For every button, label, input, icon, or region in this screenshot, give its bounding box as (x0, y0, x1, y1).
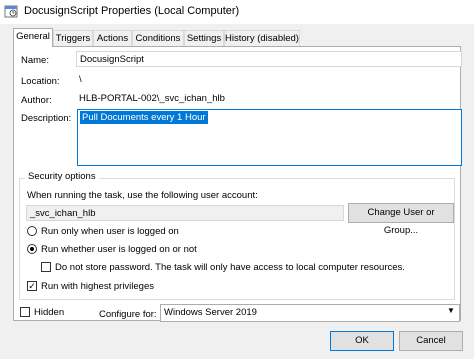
tab-settings[interactable]: Settings (184, 30, 224, 46)
configure-for-value: Windows Server 2019 (164, 307, 257, 318)
ok-button[interactable]: OK (330, 331, 394, 351)
security-options-title: Security options (25, 171, 99, 182)
hidden-label: Hidden (34, 307, 65, 318)
name-field[interactable]: DocusignScript (76, 51, 462, 67)
run-only-logged-on-radio[interactable] (27, 226, 37, 236)
tab-general[interactable]: General (13, 28, 53, 47)
author-value: HLB-PORTAL-002\_svc_ichan_hlb (79, 93, 225, 104)
description-label: Description: (21, 113, 72, 124)
tab-conditions[interactable]: Conditions (132, 30, 184, 46)
user-account-field: _svc_ichan_hlb (26, 205, 344, 221)
location-label: Location: (21, 76, 60, 87)
hidden-checkbox[interactable] (20, 307, 30, 317)
radio-selected-dot (30, 247, 34, 251)
cancel-button[interactable]: Cancel (399, 331, 463, 351)
do-not-store-password-checkbox[interactable] (41, 262, 51, 272)
do-not-store-password-label: Do not store password. The task will onl… (55, 262, 405, 273)
checkmark-icon: ✓ (28, 281, 36, 291)
tab-triggers[interactable]: Triggers (53, 30, 93, 46)
run-only-logged-on-label: Run only when user is logged on (41, 226, 179, 237)
highest-privileges-label: Run with highest privileges (41, 281, 155, 292)
task-scheduler-icon (4, 5, 18, 18)
run-whether-logged-on-radio[interactable] (27, 244, 37, 254)
tab-history[interactable]: History (disabled) (224, 30, 300, 46)
run-whether-logged-on-label: Run whether user is logged on or not (41, 244, 197, 255)
author-label: Author: (21, 95, 52, 106)
description-text: Pull Documents every 1 Hour (80, 111, 208, 124)
chevron-down-icon: ▼ (447, 306, 455, 315)
window-title: DocusignScript Properties (Local Compute… (24, 5, 240, 17)
highest-privileges-checkbox[interactable]: ✓ (27, 281, 37, 291)
account-prompt: When running the task, use the following… (27, 190, 258, 201)
tab-actions[interactable]: Actions (93, 30, 132, 46)
location-value: \ (79, 74, 82, 85)
change-user-button[interactable]: Change User or Group... (348, 203, 454, 236)
name-label: Name: (21, 55, 49, 66)
configure-for-label: Configure for: (99, 309, 157, 320)
